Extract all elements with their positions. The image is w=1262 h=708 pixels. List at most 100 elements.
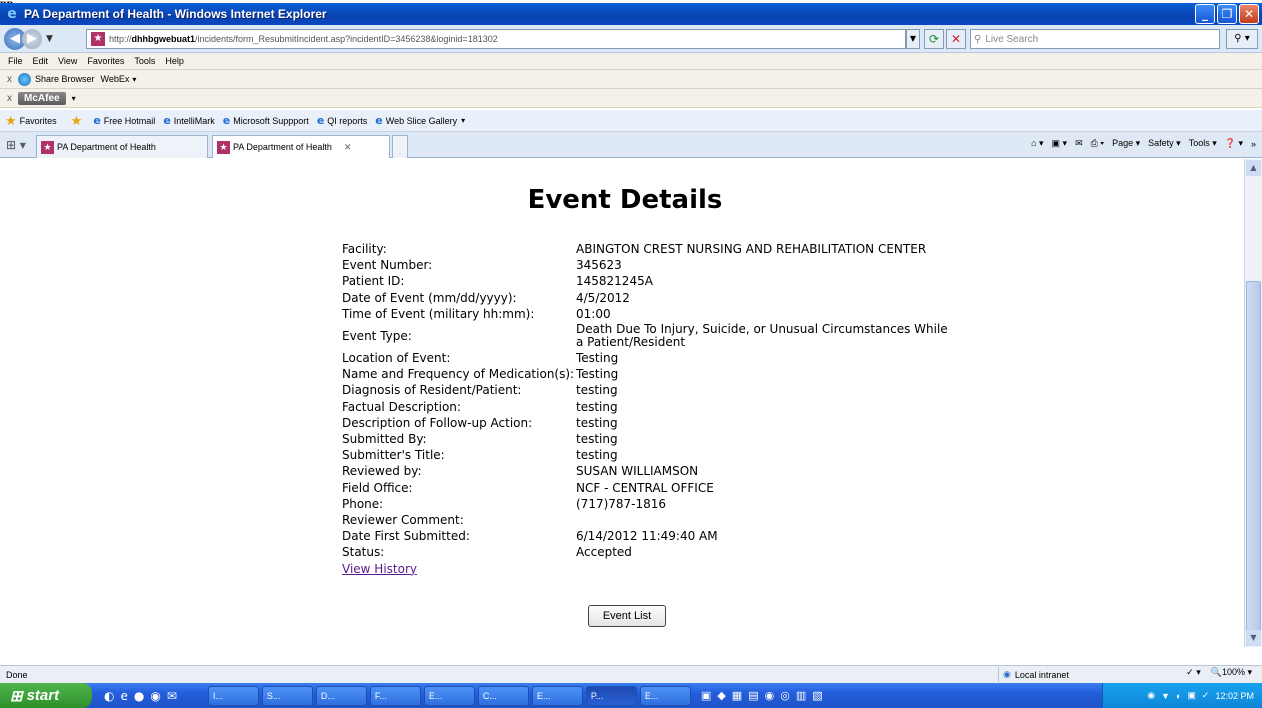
protected-mode-icon[interactable]: ✓ ▾: [1186, 667, 1201, 678]
taskbar-button[interactable]: E...: [423, 685, 475, 706]
quick-launch-icon[interactable]: ◐: [104, 689, 114, 703]
menu-file[interactable]: File: [8, 56, 23, 66]
detail-row: Event Type: Death Due To Injury, Suicide,…: [342, 322, 956, 350]
clock[interactable]: 12:02 PM: [1215, 691, 1254, 701]
menu-bar: File Edit View Favorites Tools Help: [0, 53, 1262, 70]
menu-favorites[interactable]: Favorites: [87, 56, 124, 66]
tray-icon[interactable]: ▣: [1187, 690, 1196, 701]
menu-tools[interactable]: Tools: [134, 56, 155, 66]
detail-row: Diagnosis of Resident/Patient: testing: [342, 382, 956, 398]
taskbar-button[interactable]: I...: [207, 685, 259, 706]
window-titlebar[interactable]: e PA Department of Health - Windows Inte…: [0, 3, 1262, 25]
security-zone[interactable]: ◉ Local intranet: [998, 667, 1108, 682]
tray-icon[interactable]: ◐: [1176, 691, 1181, 701]
event-list-button[interactable]: Event List: [588, 605, 666, 627]
menu-view[interactable]: View: [58, 56, 77, 66]
taskbar-button[interactable]: F...: [369, 685, 421, 706]
add-favorite-icon[interactable]: ★: [71, 113, 83, 129]
webex-dropdown-icon[interactable]: ▾: [132, 75, 136, 84]
detail-label: Description of Follow-up Action:: [342, 415, 533, 430]
home-icon[interactable]: ⌂ ▾: [1031, 138, 1043, 149]
address-dropdown-icon[interactable]: ▼: [906, 29, 920, 49]
taskbar-button[interactable]: C...: [477, 685, 529, 706]
search-button[interactable]: ⚲ ▾: [1226, 29, 1258, 49]
fav-link-hotmail[interactable]: Free Hotmail: [104, 116, 156, 126]
app-icon[interactable]: ▦: [732, 689, 742, 702]
tab-close-icon[interactable]: ✕: [344, 142, 352, 153]
app-icon[interactable]: ◎: [780, 689, 790, 702]
detail-value: (717)787-1816: [576, 496, 667, 511]
quick-launch-icon[interactable]: ◉: [150, 689, 160, 703]
menu-edit[interactable]: Edit: [33, 56, 49, 66]
help-icon[interactable]: ❓ ▾: [1225, 138, 1243, 149]
detail-label: Diagnosis of Resident/Patient:: [342, 383, 522, 398]
close-toolbar-icon[interactable]: x: [7, 93, 12, 104]
menu-help[interactable]: Help: [165, 56, 184, 66]
start-button[interactable]: ⊞ start: [0, 683, 92, 708]
close-button[interactable]: ✕: [1239, 4, 1259, 24]
print-icon[interactable]: ⎙ ▾: [1091, 138, 1104, 149]
page-menu[interactable]: Page ▾: [1112, 138, 1140, 149]
fav-link-microsoft[interactable]: Microsoft Suppport: [233, 116, 309, 126]
web-slice-dropdown-icon[interactable]: ▾: [461, 116, 465, 125]
webex-menu[interactable]: WebEx: [101, 74, 130, 84]
mail-icon[interactable]: ✉: [1075, 138, 1083, 149]
taskbar: ⊞ start ◐ e ● ◉ ✉ I... S... D... F... E... C.…: [0, 683, 1262, 708]
fav-link-web-slice[interactable]: Web Slice Gallery: [386, 116, 457, 126]
app-icon[interactable]: ◆: [717, 689, 725, 702]
taskbar-button[interactable]: E...: [531, 685, 583, 706]
maximize-button[interactable]: ❐: [1217, 4, 1237, 24]
feeds-icon[interactable]: ▣ ▾: [1052, 138, 1068, 149]
tab-1[interactable]: ★ PA Department of Health: [36, 135, 208, 158]
detail-row: Description of Follow-up Action: testing: [342, 415, 956, 431]
quick-tabs-icon[interactable]: ⊞ ▾: [6, 138, 26, 152]
quick-launch-icon[interactable]: ✉: [167, 689, 177, 703]
mcafee-dropdown-icon[interactable]: ▾: [72, 94, 76, 103]
favorites-button[interactable]: Favorites: [20, 116, 57, 126]
tray-icon[interactable]: ✓: [1202, 690, 1210, 701]
refresh-icon[interactable]: ⟳: [924, 29, 944, 49]
search-placeholder: Live Search: [985, 33, 1039, 45]
address-input[interactable]: ★ http://dhhbgwebuat1/incidents/form_Res…: [86, 29, 906, 49]
zoom-level[interactable]: 🔍100% ▾: [1211, 667, 1252, 678]
tools-menu[interactable]: Tools ▾: [1189, 138, 1217, 149]
mcafee-button[interactable]: McAfee: [18, 91, 66, 105]
taskbar-button[interactable]: P...: [585, 685, 637, 706]
tray-icon[interactable]: ◉: [1147, 690, 1155, 701]
taskbar-button[interactable]: E...: [639, 685, 691, 706]
taskbar-button[interactable]: S...: [261, 685, 313, 706]
stop-icon[interactable]: ✕: [946, 29, 966, 49]
app-icon[interactable]: ▣: [701, 689, 711, 702]
new-tab-button[interactable]: [392, 135, 408, 158]
scroll-thumb[interactable]: [1246, 281, 1261, 636]
share-browser-button[interactable]: Share Browser: [35, 74, 95, 84]
tab-1-label: PA Department of Health: [57, 142, 156, 152]
app-icon[interactable]: ◉: [765, 689, 775, 702]
vertical-scrollbar[interactable]: ▲ ▼: [1244, 159, 1262, 647]
fav-link-qi-reports[interactable]: QI reports: [327, 116, 367, 126]
history-dropdown-icon[interactable]: ▼: [46, 34, 53, 44]
fav-link-intellimark[interactable]: IntelliMark: [174, 116, 215, 126]
detail-value: [576, 512, 956, 528]
tray-icon[interactable]: ▼: [1161, 691, 1170, 701]
scroll-up-icon[interactable]: ▲: [1246, 160, 1261, 176]
tab-2[interactable]: ★ PA Department of Health ✕: [212, 135, 390, 158]
taskbar-button[interactable]: D...: [315, 685, 367, 706]
app-icon[interactable]: ▤: [748, 689, 758, 702]
app-icon[interactable]: ▥: [796, 689, 806, 702]
app-icon[interactable]: ▧: [812, 689, 822, 702]
forward-button[interactable]: ▶: [22, 28, 42, 49]
ie-link-icon: e: [93, 114, 101, 127]
scroll-down-icon[interactable]: ▼: [1246, 630, 1261, 646]
detail-label: Reviewed by:: [342, 464, 422, 479]
quick-launch-icon[interactable]: e: [120, 689, 127, 703]
quick-launch-icon[interactable]: ●: [134, 689, 144, 703]
close-toolbar-icon[interactable]: x: [7, 74, 12, 85]
view-history-link[interactable]: View History: [342, 561, 956, 577]
minimize-button[interactable]: _: [1195, 4, 1215, 24]
detail-label: Patient ID:: [342, 274, 405, 289]
search-input[interactable]: ⚲ Live Search: [970, 29, 1220, 49]
favorites-star-icon[interactable]: ★: [5, 113, 17, 129]
safety-menu[interactable]: Safety ▾: [1148, 138, 1181, 149]
chevron-right-icon[interactable]: »: [1251, 139, 1256, 149]
